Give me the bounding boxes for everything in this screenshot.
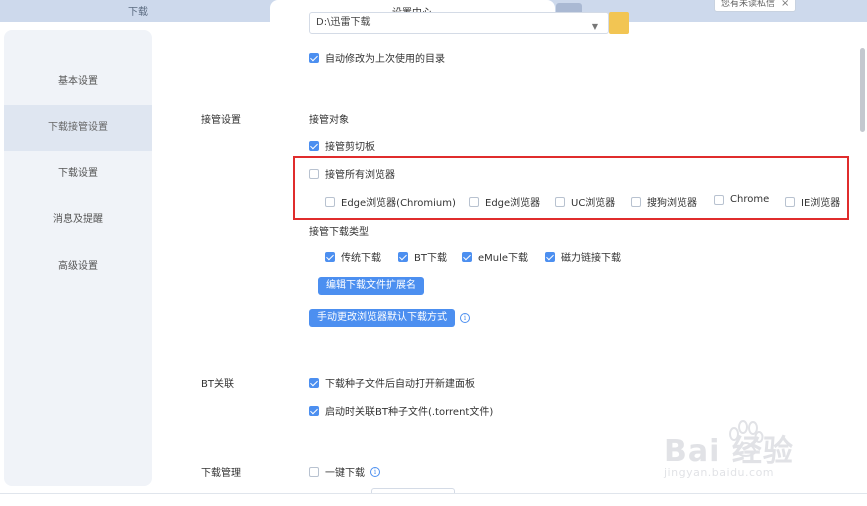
info-icon[interactable]: i [460, 313, 470, 323]
bt-auto-open-label: 下载种子文件后自动打开新建面板 [325, 379, 475, 390]
bt-associate-checkbox[interactable] [309, 405, 319, 416]
bt-auto-open-checkbox[interactable] [309, 377, 319, 388]
close-icon[interactable]: × [781, 0, 789, 11]
auto-modify-dir-label: 自动修改为上次使用的目录 [325, 54, 445, 65]
download-mgmt-section-label: 下载管理 [201, 468, 241, 479]
one-click-download-label: 一键下载 [325, 468, 365, 479]
type-checkbox[interactable] [398, 251, 408, 262]
scrollbar[interactable] [860, 48, 865, 132]
sidebar-item-label: 下载接管设置 [48, 122, 108, 133]
edit-extensions-button[interactable]: 编辑下载文件扩展名 [318, 277, 424, 295]
browser-checkbox[interactable] [469, 196, 479, 207]
type-option-bt[interactable]: BT下载 [398, 249, 447, 264]
type-label: BT下载 [414, 253, 447, 264]
change-default-group: 手动更改浏览器默认下载方式 i [309, 309, 470, 327]
browser-label: UC浏览器 [571, 198, 616, 209]
sidebar-item-label: 高级设置 [58, 261, 98, 272]
one-click-download-checkbox[interactable] [309, 466, 319, 477]
type-option-traditional[interactable]: 传统下载 [325, 249, 381, 264]
change-default-download-button[interactable]: 手动更改浏览器默认下载方式 [309, 309, 455, 327]
chevron-down-icon: ▼ [591, 22, 598, 31]
bt-associate-label: 启动时关联BT种子文件(.torrent文件) [325, 407, 494, 418]
browser-label: IE浏览器 [801, 198, 841, 209]
takeover-target-label: 接管对象 [309, 115, 349, 126]
sidebar-item-download[interactable]: 下载设置 [4, 151, 152, 197]
type-checkbox[interactable] [325, 251, 335, 262]
bt-auto-open-option[interactable]: 下载种子文件后自动打开新建面板 [309, 375, 475, 390]
sidebar-item-notifications[interactable]: 消息及提醒 [4, 197, 152, 243]
tab-download[interactable]: 下载 [0, 0, 275, 22]
browser-checkbox[interactable] [631, 196, 641, 207]
type-label: 磁力链接下载 [561, 253, 621, 264]
browser-label: Edge浏览器 [485, 198, 541, 209]
bt-section-label: BT关联 [201, 379, 234, 390]
browser-option-uc[interactable]: UC浏览器 [555, 194, 615, 209]
browser-checkbox[interactable] [325, 196, 335, 207]
download-dir-value: D:\迅雷下载 [316, 17, 371, 28]
paw-icon [729, 420, 764, 457]
type-label: eMule下载 [478, 253, 529, 264]
sidebar-item-label: 消息及提醒 [53, 214, 103, 225]
takeover-clipboard-label: 接管剪切板 [325, 142, 375, 153]
auto-modify-dir-option[interactable]: 自动修改为上次使用的目录 [309, 50, 445, 65]
baidu-jingyan-watermark: Bai 经验 jingyan.baidu.com [664, 418, 824, 490]
takeover-types-label: 接管下载类型 [309, 227, 369, 238]
takeover-clipboard-checkbox[interactable] [309, 140, 319, 151]
download-dir-select[interactable]: D:\迅雷下载 ▼ [309, 12, 609, 34]
takeover-clipboard-option[interactable]: 接管剪切板 [309, 138, 375, 153]
browser-option-edge[interactable]: Edge浏览器 [469, 194, 540, 209]
watermark-url: jingyan.baidu.com [664, 466, 775, 479]
sidebar-item-advanced[interactable]: 高级设置 [4, 244, 152, 290]
type-checkbox[interactable] [462, 251, 472, 262]
notice-label: 您有未读私信 [721, 0, 776, 9]
browser-option-ie[interactable]: IE浏览器 [785, 194, 840, 209]
browser-label: Chrome [730, 194, 770, 205]
sidebar-item-label: 下载设置 [58, 168, 98, 179]
bt-associate-option[interactable]: 启动时关联BT种子文件(.torrent文件) [309, 403, 493, 418]
browser-option-chrome[interactable]: Chrome [714, 194, 769, 205]
tab-download-label: 下载 [128, 7, 148, 18]
browser-label: 搜狗浏览器 [647, 198, 697, 209]
browser-checkbox[interactable] [555, 196, 565, 207]
sidebar: 基本设置 下载接管设置 下载设置 消息及提醒 高级设置 [4, 30, 152, 486]
folder-icon[interactable] [609, 12, 629, 34]
takeover-section-label: 接管设置 [201, 115, 241, 126]
type-label: 传统下载 [341, 253, 381, 264]
takeover-all-browsers-checkbox[interactable] [309, 168, 319, 179]
takeover-all-browsers-option[interactable]: 接管所有浏览器 [309, 166, 395, 181]
one-click-download-option[interactable]: 一键下载 i [309, 464, 380, 479]
type-checkbox[interactable] [545, 251, 555, 262]
sidebar-item-download-takeover[interactable]: 下载接管设置 [4, 105, 152, 151]
browser-checkbox[interactable] [714, 194, 724, 205]
unread-message-notice[interactable]: 您有未读私信 × [714, 0, 797, 12]
type-option-magnet[interactable]: 磁力链接下载 [545, 249, 621, 264]
type-option-emule[interactable]: eMule下载 [462, 249, 528, 264]
browser-option-sogou[interactable]: 搜狗浏览器 [631, 194, 697, 209]
takeover-all-browsers-label: 接管所有浏览器 [325, 170, 395, 181]
browser-label: Edge浏览器(Chromium) [341, 198, 456, 209]
auto-modify-dir-checkbox[interactable] [309, 52, 319, 63]
sidebar-item-label: 基本设置 [58, 76, 98, 87]
divider [0, 493, 867, 494]
browser-checkbox[interactable] [785, 196, 795, 207]
info-icon[interactable]: i [370, 466, 380, 477]
sidebar-item-basic[interactable]: 基本设置 [4, 59, 152, 105]
browser-option-edge-chromium[interactable]: Edge浏览器(Chromium) [325, 194, 456, 209]
